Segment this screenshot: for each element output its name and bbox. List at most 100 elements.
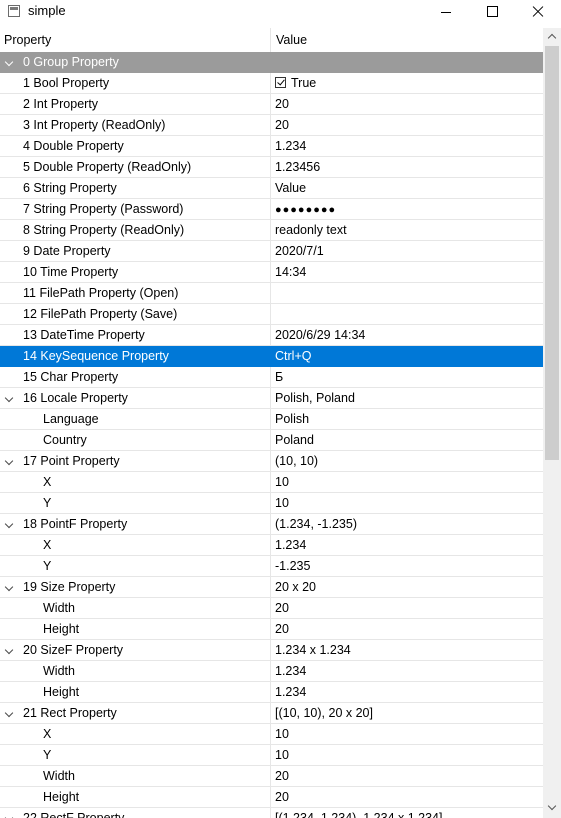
property-name-cell[interactable]: 21 Rect Property — [0, 703, 271, 723]
property-name-cell[interactable]: Y — [0, 493, 271, 513]
property-value-cell[interactable]: ●●●●●●●● — [275, 199, 541, 219]
property-row[interactable]: 3 Int Property (ReadOnly) 20 — [0, 115, 543, 136]
property-row[interactable]: 14 KeySequence Property Ctrl+Q — [0, 346, 543, 367]
sub-property-row[interactable]: Width 1.234 — [0, 661, 543, 682]
property-row[interactable]: 18 PointF Property (1.234, -1.235) — [0, 514, 543, 535]
property-row[interactable]: 4 Double Property 1.234 — [0, 136, 543, 157]
property-value-cell[interactable]: 1.234 — [275, 136, 541, 156]
property-row[interactable]: 9 Date Property 2020/7/1 — [0, 241, 543, 262]
sub-property-row[interactable]: Country Poland — [0, 430, 543, 451]
property-value-cell[interactable]: 2020/7/1 — [275, 241, 541, 261]
scroll-up-icon[interactable] — [543, 28, 561, 45]
property-value-cell[interactable]: 20 — [275, 787, 541, 807]
chevron-down-icon[interactable] — [4, 519, 14, 529]
property-value-cell[interactable]: Б — [275, 367, 541, 387]
property-name-cell[interactable]: Height — [0, 787, 271, 807]
property-value-cell[interactable]: -1.235 — [275, 556, 541, 576]
chevron-down-icon[interactable] — [4, 645, 14, 655]
property-name-cell[interactable]: 8 String Property (ReadOnly) — [0, 220, 271, 240]
property-row[interactable]: 5 Double Property (ReadOnly) 1.23456 — [0, 157, 543, 178]
sub-property-row[interactable]: X 10 — [0, 724, 543, 745]
property-name-cell[interactable]: 17 Point Property — [0, 451, 271, 471]
property-name-cell[interactable]: X — [0, 724, 271, 744]
property-row[interactable]: 1 Bool Property True — [0, 73, 543, 94]
property-name-cell[interactable]: 10 Time Property — [0, 262, 271, 282]
property-row[interactable]: 6 String Property Value — [0, 178, 543, 199]
property-name-cell[interactable]: X — [0, 472, 271, 492]
property-row[interactable]: 11 FilePath Property (Open) — [0, 283, 543, 304]
chevron-down-icon[interactable] — [4, 582, 14, 592]
property-row[interactable]: 15 Char Property Б — [0, 367, 543, 388]
chevron-down-icon[interactable] — [4, 57, 14, 67]
sub-property-row[interactable]: Width 20 — [0, 766, 543, 787]
property-value-cell[interactable]: 20 — [275, 766, 541, 786]
property-name-cell[interactable]: 22 RectF Property — [0, 808, 271, 818]
property-name-cell[interactable]: 4 Double Property — [0, 136, 271, 156]
property-name-cell[interactable]: Country — [0, 430, 271, 450]
chevron-down-icon[interactable] — [4, 456, 14, 466]
chevron-down-icon[interactable] — [4, 813, 14, 818]
property-value-cell[interactable]: 10 — [275, 745, 541, 765]
property-value-cell[interactable]: 14:34 — [275, 262, 541, 282]
sub-property-row[interactable]: Y 10 — [0, 745, 543, 766]
sub-property-row[interactable]: X 1.234 — [0, 535, 543, 556]
property-value-cell[interactable]: Polish — [275, 409, 541, 429]
property-value-cell[interactable]: 20 — [275, 598, 541, 618]
minimize-button[interactable] — [423, 0, 469, 24]
property-name-cell[interactable]: Y — [0, 556, 271, 576]
chevron-down-icon[interactable] — [4, 708, 14, 718]
property-name-cell[interactable]: 16 Locale Property — [0, 388, 271, 408]
sub-property-row[interactable]: Height 1.234 — [0, 682, 543, 703]
property-value-cell[interactable]: 10 — [275, 724, 541, 744]
scroll-thumb[interactable] — [545, 46, 559, 460]
property-row[interactable]: 17 Point Property (10, 10) — [0, 451, 543, 472]
property-value-cell[interactable]: Poland — [275, 430, 541, 450]
property-name-cell[interactable]: 14 KeySequence Property — [0, 346, 271, 366]
sub-property-row[interactable]: Width 20 — [0, 598, 543, 619]
property-name-cell[interactable]: Width — [0, 598, 271, 618]
property-name-cell[interactable]: Width — [0, 766, 271, 786]
property-value-cell[interactable]: 1.234 — [275, 682, 541, 702]
property-value-cell[interactable]: 10 — [275, 493, 541, 513]
property-name-cell[interactable]: 2 Int Property — [0, 94, 271, 114]
property-row[interactable]: 21 Rect Property [(10, 10), 20 x 20] — [0, 703, 543, 724]
maximize-button[interactable] — [469, 0, 515, 24]
property-name-cell[interactable]: 13 DateTime Property — [0, 325, 271, 345]
property-row[interactable]: 12 FilePath Property (Save) — [0, 304, 543, 325]
property-value-cell[interactable]: 10 — [275, 472, 541, 492]
property-row[interactable]: 7 String Property (Password) ●●●●●●●● — [0, 199, 543, 220]
header-value[interactable]: Value — [272, 28, 543, 52]
property-name-cell[interactable]: 20 SizeF Property — [0, 640, 271, 660]
property-name-cell[interactable]: 19 Size Property — [0, 577, 271, 597]
scroll-down-icon[interactable] — [543, 801, 561, 818]
sub-property-row[interactable]: Y 10 — [0, 493, 543, 514]
property-value-cell[interactable]: Value — [275, 178, 541, 198]
property-row[interactable]: 20 SizeF Property 1.234 x 1.234 — [0, 640, 543, 661]
property-value-cell[interactable]: readonly text — [275, 220, 541, 240]
property-value-cell[interactable]: 2020/6/29 14:34 — [275, 325, 541, 345]
property-value-cell[interactable]: (1.234, -1.235) — [275, 514, 541, 534]
property-name-cell[interactable]: Language — [0, 409, 271, 429]
property-name-cell[interactable]: 11 FilePath Property (Open) — [0, 283, 271, 303]
property-value-cell[interactable] — [275, 304, 541, 324]
chevron-down-icon[interactable] — [4, 393, 14, 403]
property-name-cell[interactable]: 7 String Property (Password) — [0, 199, 271, 219]
property-value-cell[interactable] — [275, 283, 541, 303]
title-bar[interactable]: simple — [0, 0, 561, 24]
sub-property-row[interactable]: Y -1.235 — [0, 556, 543, 577]
property-value-cell[interactable]: [(10, 10), 20 x 20] — [275, 703, 541, 723]
property-row[interactable]: 10 Time Property 14:34 — [0, 262, 543, 283]
property-name-cell[interactable]: 5 Double Property (ReadOnly) — [0, 157, 271, 177]
property-value-cell[interactable]: Ctrl+Q — [275, 346, 541, 366]
property-value-cell[interactable]: [(1.234, 1.234), 1.234 x 1.234] — [275, 808, 541, 818]
close-button[interactable] — [515, 0, 561, 24]
property-row[interactable]: 13 DateTime Property 2020/6/29 14:34 — [0, 325, 543, 346]
checkbox-checked-icon[interactable] — [275, 77, 286, 88]
property-row[interactable]: 2 Int Property 20 — [0, 94, 543, 115]
property-name-cell[interactable]: 3 Int Property (ReadOnly) — [0, 115, 271, 135]
property-value-cell[interactable]: 20 — [275, 94, 541, 114]
property-value-cell[interactable] — [275, 52, 541, 72]
property-name-cell[interactable]: Height — [0, 682, 271, 702]
header-property[interactable]: Property — [0, 28, 271, 52]
property-name-cell[interactable]: 12 FilePath Property (Save) — [0, 304, 271, 324]
